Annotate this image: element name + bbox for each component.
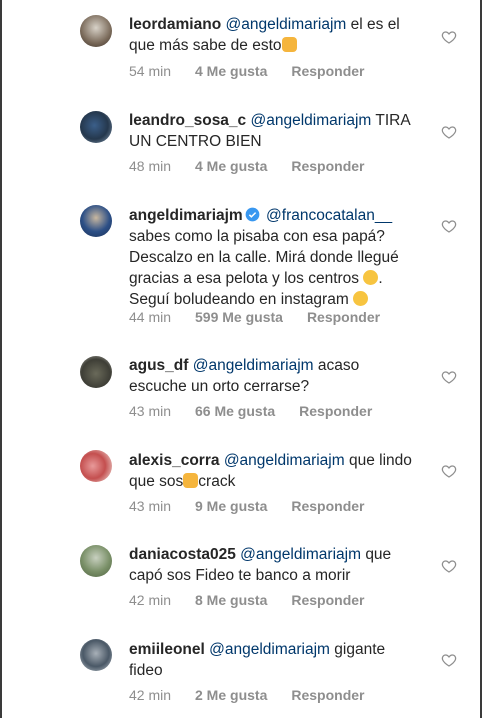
comment-text: leandro_sosa_c @angeldimariajm TIRA UN C…	[129, 110, 419, 152]
comment-text-line: capó sos Fideo te banco a morir	[129, 567, 351, 584]
heart-outline-icon[interactable]	[441, 29, 457, 45]
comment-text-line: que sos	[129, 473, 184, 490]
comment-text-line: que más sabe de esto	[129, 37, 282, 54]
comment-username[interactable]: leordamiano	[129, 16, 221, 33]
likes-count[interactable]: 599 Me gusta	[195, 309, 283, 325]
likes-count[interactable]: 2 Me gusta	[195, 687, 267, 703]
comment-meta: 43 min 66 Me gusta Responder	[129, 403, 372, 419]
avatar[interactable]	[80, 15, 112, 47]
comment-username[interactable]: leandro_sosa_c	[129, 112, 246, 129]
comment-text: agus_df @angeldimariajm acaso escuche un…	[129, 355, 419, 397]
heart-outline-icon[interactable]	[441, 652, 457, 668]
comment-username[interactable]: emiileonel	[129, 641, 205, 658]
avatar[interactable]	[80, 205, 112, 237]
comment-meta: 48 min 4 Me gusta Responder	[129, 158, 364, 174]
reply-button[interactable]: Responder	[299, 403, 372, 419]
comment-time: 44 min	[129, 309, 172, 325]
comment-text: emiileonel @angeldimariajm gigante fideo	[129, 639, 419, 681]
avatar[interactable]	[80, 356, 112, 388]
likes-count[interactable]: 66 Me gusta	[195, 403, 275, 419]
reply-button[interactable]: Responder	[291, 687, 364, 703]
comment-text-line: Seguí boludeando en instagram	[129, 291, 349, 308]
reply-button[interactable]: Responder	[291, 158, 364, 174]
clapping-hands-icon	[183, 473, 199, 488]
reply-button[interactable]: Responder	[307, 309, 380, 325]
comment-text: daniacosta025 @angeldimariajm que capó s…	[129, 544, 419, 586]
comment-text-line: Descalzo en la calle. Mirá donde llegué	[129, 249, 399, 266]
comment-text: leordamiano @angeldimariajm el es el que…	[129, 14, 419, 56]
comment-time: 42 min	[129, 592, 172, 608]
comment-meta: 43 min 9 Me gusta Responder	[129, 498, 364, 514]
flexed-biceps-icon	[281, 37, 297, 52]
comment-mention[interactable]: @francocatalan__	[266, 207, 392, 224]
comment-text-line: UN CENTRO BIEN	[129, 133, 262, 150]
left-border	[0, 0, 2, 718]
comment-username[interactable]: angeldimariajm	[129, 207, 243, 224]
comment-text-line: sabes como la pisaba con esa papá?	[129, 228, 385, 245]
comment-time: 43 min	[129, 403, 172, 419]
reply-button[interactable]: Responder	[291, 498, 364, 514]
comment-meta: 54 min 4 Me gusta Responder	[129, 63, 364, 79]
reply-button[interactable]: Responder	[291, 63, 364, 79]
comment-text-line: gracias a esa pelota y los centros	[129, 270, 360, 287]
heart-outline-icon[interactable]	[441, 463, 457, 479]
comment-username[interactable]: daniacosta025	[129, 546, 236, 563]
heart-outline-icon[interactable]	[441, 558, 457, 574]
comment-time: 48 min	[129, 158, 172, 174]
comment-username[interactable]: alexis_corra	[129, 452, 220, 469]
comment-text-line: el es el	[350, 16, 400, 33]
comment-username[interactable]: agus_df	[129, 357, 188, 374]
comment-text: alexis_corra @angeldimariajm que lindo q…	[129, 450, 419, 492]
heart-outline-icon[interactable]	[441, 218, 457, 234]
comment-text-line: acaso	[317, 357, 360, 374]
comment-text-line: fideo	[129, 662, 163, 679]
likes-count[interactable]: 8 Me gusta	[195, 592, 267, 608]
comment-time: 54 min	[129, 63, 172, 79]
comment-text: angeldimariajm @francocatalan__ sabes co…	[129, 207, 399, 308]
likes-count[interactable]: 4 Me gusta	[195, 158, 267, 174]
reply-button[interactable]: Responder	[291, 592, 364, 608]
comment-meta: 42 min 8 Me gusta Responder	[129, 592, 364, 608]
likes-count[interactable]: 4 Me gusta	[195, 63, 267, 79]
likes-count[interactable]: 9 Me gusta	[195, 498, 267, 514]
verified-badge-icon	[245, 207, 260, 222]
comment-mention[interactable]: @angeldimariajm	[224, 452, 345, 469]
avatar[interactable]	[80, 639, 112, 671]
heart-outline-icon[interactable]	[441, 369, 457, 385]
comment-text-line: que lindo	[348, 452, 412, 469]
winking-face-icon	[353, 291, 369, 306]
avatar[interactable]	[80, 111, 112, 143]
comment-mention[interactable]: @angeldimariajm	[240, 546, 361, 563]
avatar[interactable]	[80, 545, 112, 577]
winking-face-icon	[363, 270, 379, 285]
comment-meta: 44 min 599 Me gusta Responder	[129, 309, 380, 325]
comment-mention[interactable]: @angeldimariajm	[209, 641, 330, 658]
avatar[interactable]	[80, 450, 112, 482]
comment-text-line: que	[365, 546, 392, 563]
comment-mention[interactable]: @angeldimariajm	[251, 112, 372, 129]
comment-text-line: escuche un orto cerrarse?	[129, 378, 310, 395]
comment-mention[interactable]: @angeldimariajm	[193, 357, 314, 374]
comment-meta: 42 min 2 Me gusta Responder	[129, 687, 364, 703]
heart-outline-icon[interactable]	[441, 124, 457, 140]
comment-time: 43 min	[129, 498, 172, 514]
comment-text-line: crack	[198, 473, 236, 490]
comment-time: 42 min	[129, 687, 172, 703]
comment-mention[interactable]: @angeldimariajm	[225, 16, 346, 33]
comment-text-line: TIRA	[375, 112, 411, 129]
comment-text-line: gigante	[334, 641, 386, 658]
